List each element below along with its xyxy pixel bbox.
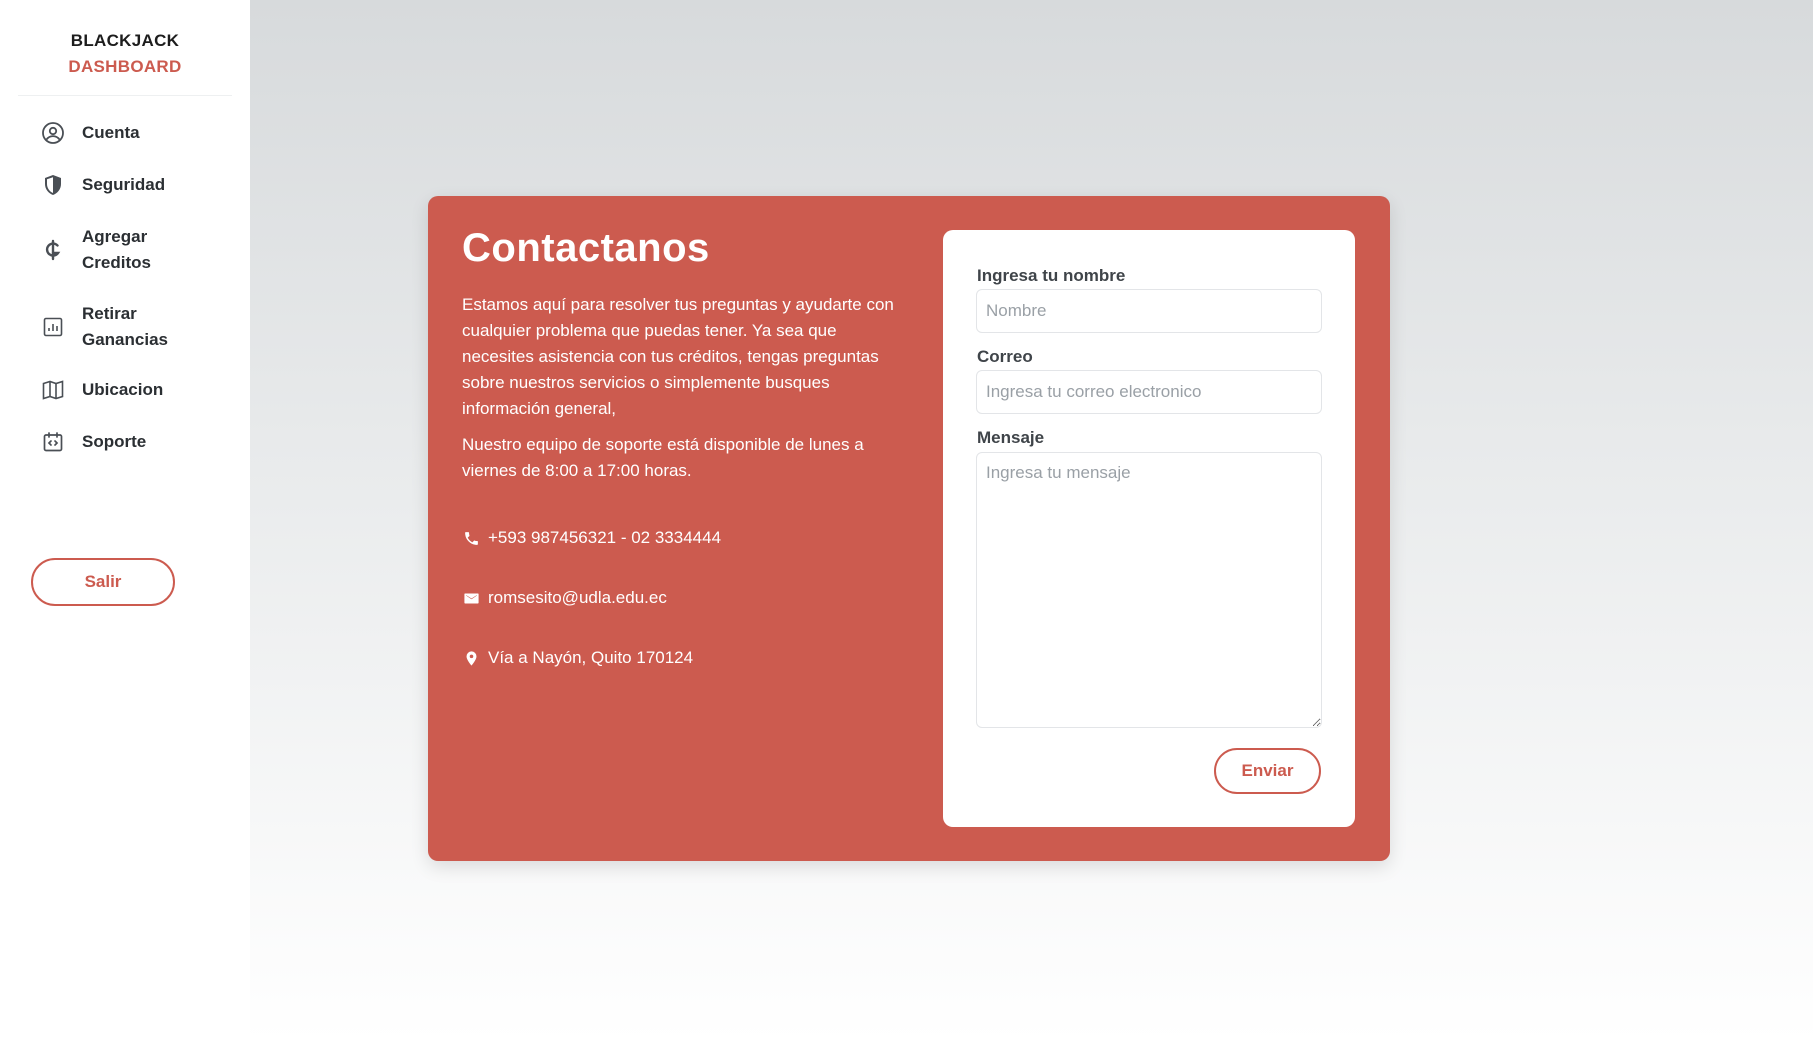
- contact-phone: +593 987456321 - 02 3334444: [462, 528, 721, 548]
- contact-form: Ingresa tu nombre Correo Mensaje Enviar: [943, 230, 1355, 827]
- sidebar-item-seguridad[interactable]: Seguridad: [40, 172, 177, 198]
- sidebar-item-ubicacion[interactable]: Ubicacion: [40, 377, 177, 403]
- phone-icon: [462, 529, 480, 547]
- phone-text: +593 987456321 - 02 3334444: [488, 528, 722, 547]
- contact-schedule: Nuestro equipo de soporte está disponibl…: [462, 435, 864, 480]
- contact-card: Contactanos Estamos aquí para resolver t…: [428, 196, 1390, 861]
- address-text: Vía a Nayón, Quito 170124: [488, 648, 694, 667]
- email-text: romsesito@udla.edu.ec: [488, 588, 667, 607]
- code-icon: [40, 429, 66, 455]
- brand-logo: BLACKJACK DASHBOARD: [18, 0, 232, 96]
- sidebar-item-label: Agregar Creditos: [82, 227, 151, 272]
- contact-description: Estamos aquí para resolver tus preguntas…: [462, 295, 894, 418]
- app-root: BLACKJACK DASHBOARD Cuenta Seguridad Agr…: [0, 0, 1813, 1042]
- sidebar-item-label: Cuenta: [82, 123, 140, 142]
- sidebar-item-retirar-ganancias[interactable]: Retirar Ganancias: [40, 301, 177, 353]
- message-textarea[interactable]: [976, 452, 1322, 728]
- sidebar: BLACKJACK DASHBOARD Cuenta Seguridad Agr…: [0, 0, 250, 1042]
- email-label: Correo: [977, 347, 1033, 366]
- sidebar-item-label: Seguridad: [82, 175, 166, 194]
- currency-icon: [40, 237, 66, 263]
- mail-icon: [462, 589, 480, 607]
- email-field[interactable]: [976, 370, 1322, 414]
- name-label: Ingresa tu nombre: [977, 266, 1126, 285]
- shield-icon: [40, 172, 66, 198]
- user-circle-icon: [40, 120, 66, 146]
- contact-email: romsesito@udla.edu.ec: [462, 588, 667, 608]
- name-input[interactable]: [976, 289, 1322, 333]
- send-button[interactable]: Enviar: [1214, 748, 1321, 794]
- message-label: Mensaje: [977, 428, 1045, 447]
- chart-icon: [40, 314, 66, 340]
- sidebar-item-cuenta[interactable]: Cuenta: [40, 120, 177, 146]
- sidebar-item-label: Ubicacion: [82, 380, 164, 399]
- location-pin-icon: [462, 649, 480, 667]
- contact-address: Vía a Nayón, Quito 170124: [462, 648, 693, 668]
- brand-subtitle: DASHBOARD: [68, 57, 182, 76]
- sidebar-item-label: Retirar Ganancias: [82, 304, 168, 349]
- sidebar-item-soporte[interactable]: Soporte: [40, 429, 177, 455]
- page-title: Contactanos: [462, 226, 710, 270]
- brand-title: BLACKJACK: [70, 31, 180, 50]
- sidebar-item-label: Soporte: [82, 432, 147, 451]
- map-icon: [40, 377, 66, 403]
- logout-button[interactable]: Salir: [31, 558, 175, 606]
- sidebar-item-agregar-creditos[interactable]: Agregar Creditos: [40, 224, 177, 276]
